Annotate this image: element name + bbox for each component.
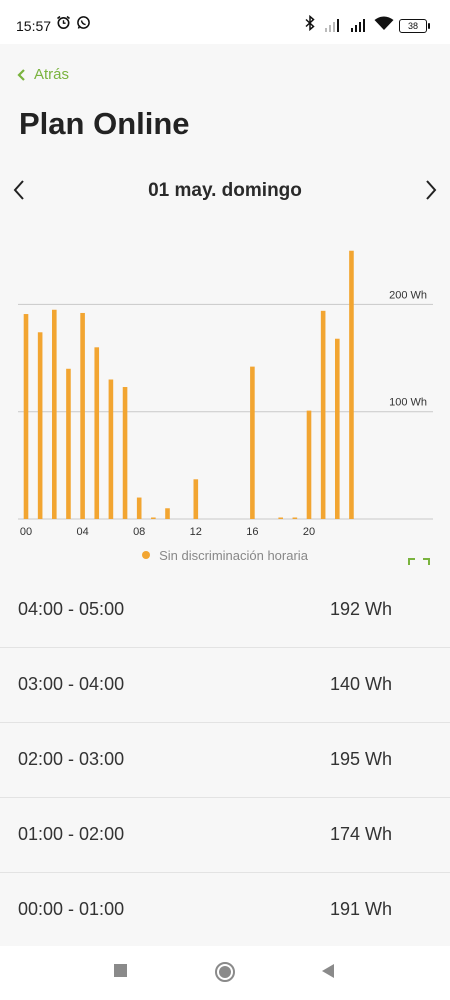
back-button[interactable]: Atrás	[16, 66, 69, 83]
list-item[interactable]: 03:00 - 04:00 140 Wh	[0, 648, 450, 723]
x-tick-label: 00	[20, 526, 32, 538]
status-bar: 15:57 38	[0, 0, 450, 44]
chart-bar[interactable]	[278, 517, 283, 520]
date-navigation: 01 may. domingo	[0, 174, 450, 208]
list-item[interactable]: 02:00 - 03:00 195 Wh	[0, 723, 450, 798]
x-tick-label: 04	[76, 526, 88, 538]
chart-bar[interactable]	[80, 312, 85, 519]
chart-bar[interactable]	[122, 387, 128, 519]
list-item[interactable]: 04:00 - 05:00 192 Wh	[0, 573, 450, 648]
next-day-button[interactable]	[424, 178, 438, 207]
x-tick-label: 12	[190, 526, 202, 538]
hour-value: 192 Wh	[329, 599, 392, 619]
consumption-chart[interactable]: 100 Wh 200 Wh 00 04 08 12 16 20	[0, 240, 450, 540]
hour-value: 191 Wh	[329, 899, 392, 919]
x-tick-label: 08	[133, 526, 145, 538]
hour-range: 03:00 - 04:00	[18, 674, 125, 694]
signal-icon	[325, 18, 339, 32]
chart-bar[interactable]	[108, 379, 114, 520]
list-item[interactable]: 00:00 - 01:00 191 Wh	[0, 873, 450, 948]
alarm-icon	[56, 15, 71, 33]
chart-bar[interactable]	[165, 508, 170, 519]
hour-value: 140 Wh	[329, 674, 392, 694]
bluetooth-icon	[303, 14, 317, 34]
back-triangle-icon	[322, 964, 334, 978]
recents-square-icon	[114, 964, 127, 977]
chart-bar[interactable]	[250, 366, 255, 519]
wifi-icon	[374, 16, 394, 34]
whatsapp-icon	[76, 15, 91, 33]
recents-button[interactable]	[113, 963, 129, 984]
back-nav-button[interactable]	[320, 963, 336, 984]
system-nav-bar	[0, 946, 450, 1000]
legend-label: Sin discriminación horaria	[159, 548, 308, 563]
chart-bar[interactable]	[94, 347, 100, 519]
chevron-left-icon	[17, 68, 25, 81]
signal-icon	[351, 18, 365, 32]
battery-icon: 38	[399, 19, 430, 33]
chart-canvas: 100 Wh 200 Wh 00 04 08 12 16 20	[18, 250, 433, 538]
chart-bar[interactable]	[292, 517, 298, 520]
chart-bar[interactable]	[349, 250, 354, 519]
x-tick-label: 16	[246, 526, 258, 538]
chevron-right-icon	[426, 180, 437, 200]
page-title: Plan Online	[19, 106, 190, 141]
chart-bar[interactable]	[320, 310, 326, 519]
hour-range: 01:00 - 02:00	[18, 824, 125, 844]
hour-value: 174 Wh	[329, 824, 392, 844]
chart-bar[interactable]	[136, 497, 142, 519]
hour-range: 00:00 - 01:00	[18, 899, 125, 919]
chart-bar[interactable]	[52, 309, 57, 519]
back-label: Atrás	[34, 66, 70, 83]
date-label: 01 may. domingo	[148, 180, 302, 201]
chart-bar[interactable]	[335, 338, 340, 519]
chart-bar[interactable]	[37, 332, 43, 519]
status-time: 15:57	[16, 18, 52, 34]
hour-value: 195 Wh	[329, 749, 392, 769]
hour-range: 02:00 - 03:00	[18, 749, 125, 769]
chart-bar[interactable]	[23, 314, 29, 519]
legend-dot	[142, 551, 151, 559]
hour-range: 04:00 - 05:00	[18, 599, 125, 619]
hourly-list: 04:00 - 05:00 192 Wh 03:00 - 04:00 140 W…	[0, 573, 450, 948]
chart-legend: Sin discriminación horaria	[0, 548, 450, 563]
chart-bar[interactable]	[66, 368, 71, 519]
home-circle-icon	[215, 962, 235, 982]
list-item[interactable]: 01:00 - 02:00 174 Wh	[0, 798, 450, 873]
home-button[interactable]	[214, 961, 236, 988]
y-tick-label: 100 Wh	[389, 397, 427, 409]
chart-bar[interactable]	[306, 410, 312, 519]
chart-bar[interactable]	[193, 479, 199, 519]
x-tick-label: 20	[303, 526, 315, 538]
chart-bar[interactable]	[151, 517, 156, 520]
y-tick-label: 200 Wh	[389, 289, 427, 301]
